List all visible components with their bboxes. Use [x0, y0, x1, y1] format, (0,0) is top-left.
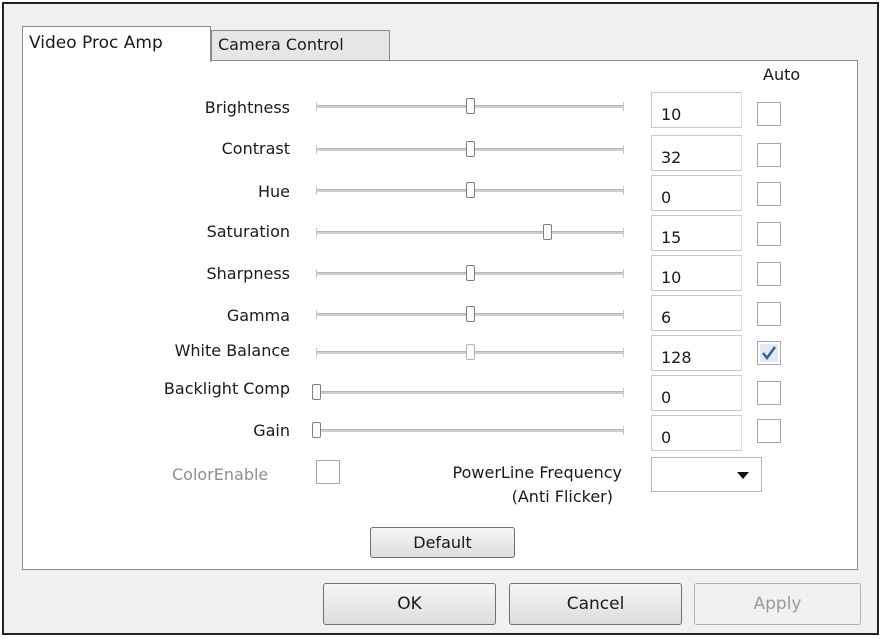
saturation-auto-checkbox[interactable] [757, 222, 781, 246]
white-balance-slider-thumb[interactable] [466, 344, 475, 360]
sharpness-slider-thumb[interactable] [466, 265, 475, 281]
gain-auto-checkbox[interactable] [757, 419, 781, 443]
powerline-label: PowerLine Frequency [452, 463, 622, 482]
brightness-value-field[interactable]: 10 [651, 92, 742, 128]
contrast-slider-thumb[interactable] [466, 141, 475, 157]
sharpness-label: Sharpness [206, 264, 291, 283]
backlight-comp-label: Backlight Comp [163, 379, 290, 398]
contrast-label: Contrast [221, 139, 290, 158]
ok-button[interactable]: OK [323, 583, 496, 625]
sharpness-value-field[interactable]: 10 [651, 255, 742, 291]
gain-label: Gain [253, 421, 290, 440]
auto-column-header: Auto [763, 65, 801, 84]
backlight-comp-auto-checkbox[interactable] [757, 381, 781, 405]
sharpness-auto-checkbox[interactable] [757, 262, 781, 286]
color-enable-label: ColorEnable [172, 465, 269, 484]
tab-camera-control[interactable]: Camera Control [211, 30, 390, 60]
contrast-value-field[interactable]: 32 [651, 135, 742, 171]
gamma-label: Gamma [226, 306, 290, 325]
contrast-auto-checkbox[interactable] [757, 143, 781, 167]
backlight-comp-slider-thumb[interactable] [312, 384, 321, 400]
checkmark-icon [760, 344, 778, 362]
brightness-label: Brightness [204, 98, 290, 117]
gamma-value-field[interactable]: 6 [651, 295, 742, 331]
cancel-button[interactable]: Cancel [509, 583, 682, 625]
white-balance-label: White Balance [174, 341, 290, 360]
backlight-comp-slider-track[interactable] [316, 388, 624, 397]
white-balance-value-field[interactable]: 128 [651, 335, 742, 371]
brightness-auto-checkbox[interactable] [757, 102, 781, 126]
powerline-sublabel: (Anti Flicker) [511, 487, 613, 506]
brightness-slider-thumb[interactable] [466, 98, 475, 114]
default-button[interactable]: Default [370, 527, 515, 558]
saturation-slider-thumb[interactable] [543, 224, 552, 240]
saturation-value-field[interactable]: 15 [651, 215, 742, 251]
hue-value-field[interactable]: 0 [651, 175, 742, 211]
hue-label: Hue [257, 182, 290, 201]
gain-slider-thumb[interactable] [312, 422, 321, 438]
hue-auto-checkbox[interactable] [757, 182, 781, 206]
white-balance-auto-checkbox[interactable] [757, 341, 781, 365]
gain-slider-track[interactable] [316, 426, 624, 435]
gamma-auto-checkbox[interactable] [757, 302, 781, 326]
saturation-label: Saturation [206, 222, 290, 241]
gain-value-field[interactable]: 0 [651, 415, 742, 451]
backlight-comp-value-field[interactable]: 0 [651, 375, 742, 411]
hue-slider-thumb[interactable] [466, 182, 475, 198]
color-enable-checkbox[interactable] [316, 460, 340, 484]
saturation-slider-track[interactable] [316, 228, 624, 237]
gamma-slider-thumb[interactable] [466, 306, 475, 322]
powerline-frequency-dropdown[interactable] [651, 457, 762, 492]
tab-video-proc-amp[interactable]: Video Proc Amp [22, 26, 211, 62]
apply-button: Apply [694, 583, 861, 625]
dropdown-arrow-icon [737, 472, 749, 479]
